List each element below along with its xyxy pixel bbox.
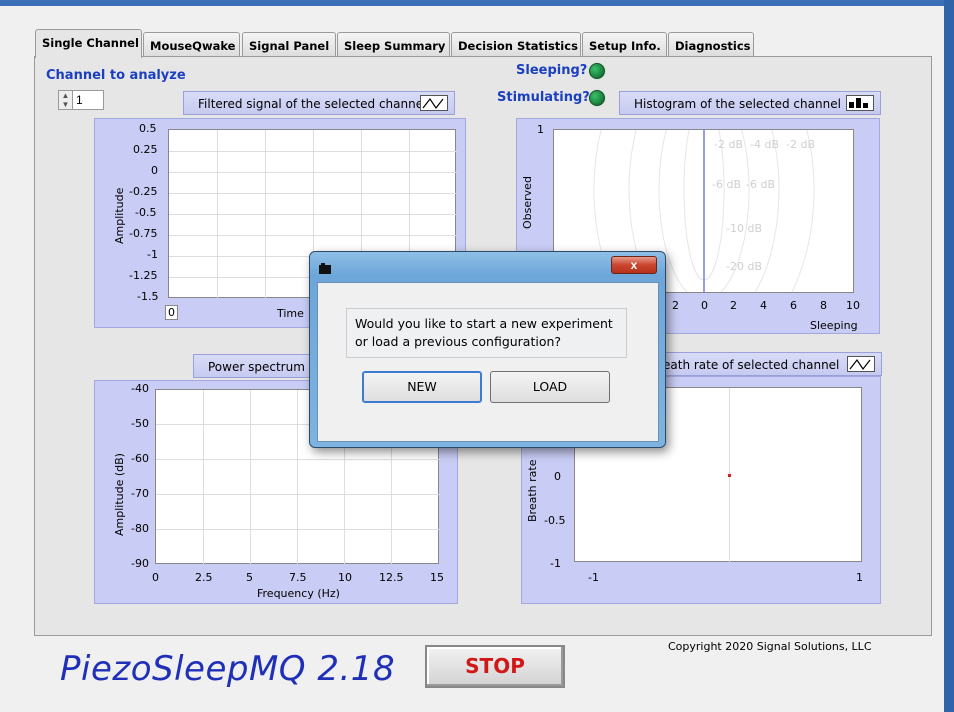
channel-spinner[interactable]: ▲ ▼ 1 (58, 90, 104, 110)
contour-label: -4 dB (750, 138, 779, 151)
tab-sleep-summary[interactable]: Sleep Summary (337, 32, 450, 57)
stimulating-label: Stimulating? (497, 90, 590, 105)
copyright-text: Copyright 2020 Signal Solutions, LLC (668, 640, 872, 653)
x-tick: 15 (430, 571, 444, 584)
y-tick: 0 (151, 164, 158, 177)
x-tick: 2 (672, 299, 679, 312)
histogram-plot-icon[interactable] (846, 95, 874, 111)
y-tick: 0.5 (139, 122, 157, 135)
window-right-border (944, 0, 954, 712)
dialog-message: Would you like to start a new experiment… (346, 308, 627, 358)
y-tick: -40 (131, 382, 149, 395)
power-y-label: Amplitude (dB) (113, 453, 126, 536)
dialog-body: Would you like to start a new experiment… (317, 282, 659, 442)
x-tick: 4 (760, 299, 767, 312)
channel-label: Channel to analyze (46, 68, 186, 83)
breath-point (728, 474, 731, 477)
contour-label: -2 dB (786, 138, 815, 151)
sleeping-led-icon (589, 63, 605, 79)
power-x-label: Frequency (Hz) (257, 587, 340, 600)
x-tick: 12.5 (379, 571, 404, 584)
x-tick: 0 (701, 299, 708, 312)
x-tick: -1 (588, 571, 599, 584)
histogram-plot-title: Histogram of the selected channel (619, 91, 881, 115)
y-tick: -1.25 (129, 269, 158, 282)
y-tick: -1 (147, 248, 158, 261)
filtered-plot-title: Filtered signal of the selected channel (183, 91, 455, 115)
x-tick: 2.5 (195, 571, 213, 584)
contour-label: -2 dB (714, 138, 743, 151)
y-tick: -70 (131, 487, 149, 500)
app-icon (318, 262, 332, 279)
y-tick: -0.5 (135, 206, 157, 219)
y-tick: -60 (131, 452, 149, 465)
tab-setup-info[interactable]: Setup Info. (582, 32, 667, 57)
tab-diagnostics[interactable]: Diagnostics (668, 32, 754, 57)
tab-decision-statistics[interactable]: Decision Statistics (451, 32, 581, 57)
breath-plot-title: eath rate of selected channel (648, 352, 882, 376)
x-tick: 10 (338, 571, 352, 584)
contour-label: -6 dB (746, 178, 775, 191)
line-plot-icon[interactable] (420, 95, 448, 111)
x-tick: 8 (820, 299, 827, 312)
y-tick: -0.5 (544, 514, 566, 527)
close-icon[interactable]: x (611, 256, 657, 274)
x-tick: 6 (790, 299, 797, 312)
y-tick: 1 (537, 123, 544, 136)
window-top-border (0, 0, 954, 6)
time-start-field[interactable]: 0 (165, 305, 178, 320)
histogram-y-label: Observed (521, 176, 534, 229)
stop-button[interactable]: STOP (425, 645, 565, 688)
contour-label: -20 dB (726, 260, 762, 273)
line-plot-icon[interactable] (847, 356, 875, 372)
new-button[interactable]: NEW (362, 371, 482, 403)
spinner-arrows-icon[interactable]: ▲ ▼ (59, 91, 73, 109)
x-tick: 1 (856, 571, 863, 584)
y-tick: 0 (554, 470, 561, 483)
app-title: PiezoSleepMQ 2.18 (60, 649, 396, 689)
y-tick: -80 (131, 522, 149, 535)
contour-label: -10 dB (726, 222, 762, 235)
power-plot-title: Power spectrum o (193, 354, 323, 378)
x-tick: 5 (246, 571, 253, 584)
tab-single-channel[interactable]: Single Channel (35, 29, 142, 58)
x-tick: 7.5 (289, 571, 307, 584)
stimulating-led-icon (589, 90, 605, 106)
y-tick: -1 (550, 557, 561, 570)
breath-y-label: Breath rate (526, 459, 539, 522)
filtered-y-label: Amplitude (113, 187, 126, 244)
tab-mouseqwake[interactable]: MouseQwake (143, 32, 240, 57)
channel-value: 1 (76, 93, 83, 107)
x-tick: 2 (730, 299, 737, 312)
y-tick: -0.75 (129, 227, 158, 240)
y-tick: -0.25 (129, 185, 158, 198)
y-tick: -90 (131, 557, 149, 570)
new-or-load-dialog: x Would you like to start a new experime… (309, 251, 666, 448)
tab-signal-panel[interactable]: Signal Panel (242, 32, 336, 57)
contour-label: -6 dB (712, 178, 741, 191)
load-button[interactable]: LOAD (490, 371, 610, 403)
filtered-x-label: Time (277, 307, 304, 320)
y-tick: 0.25 (133, 143, 158, 156)
x-tick: 10 (846, 299, 860, 312)
x-tick: 0 (152, 571, 159, 584)
sleeping-label: Sleeping? (516, 63, 588, 78)
histogram-x-label: Sleeping (810, 319, 858, 332)
y-tick: -50 (131, 417, 149, 430)
y-tick: -1.5 (137, 290, 159, 303)
